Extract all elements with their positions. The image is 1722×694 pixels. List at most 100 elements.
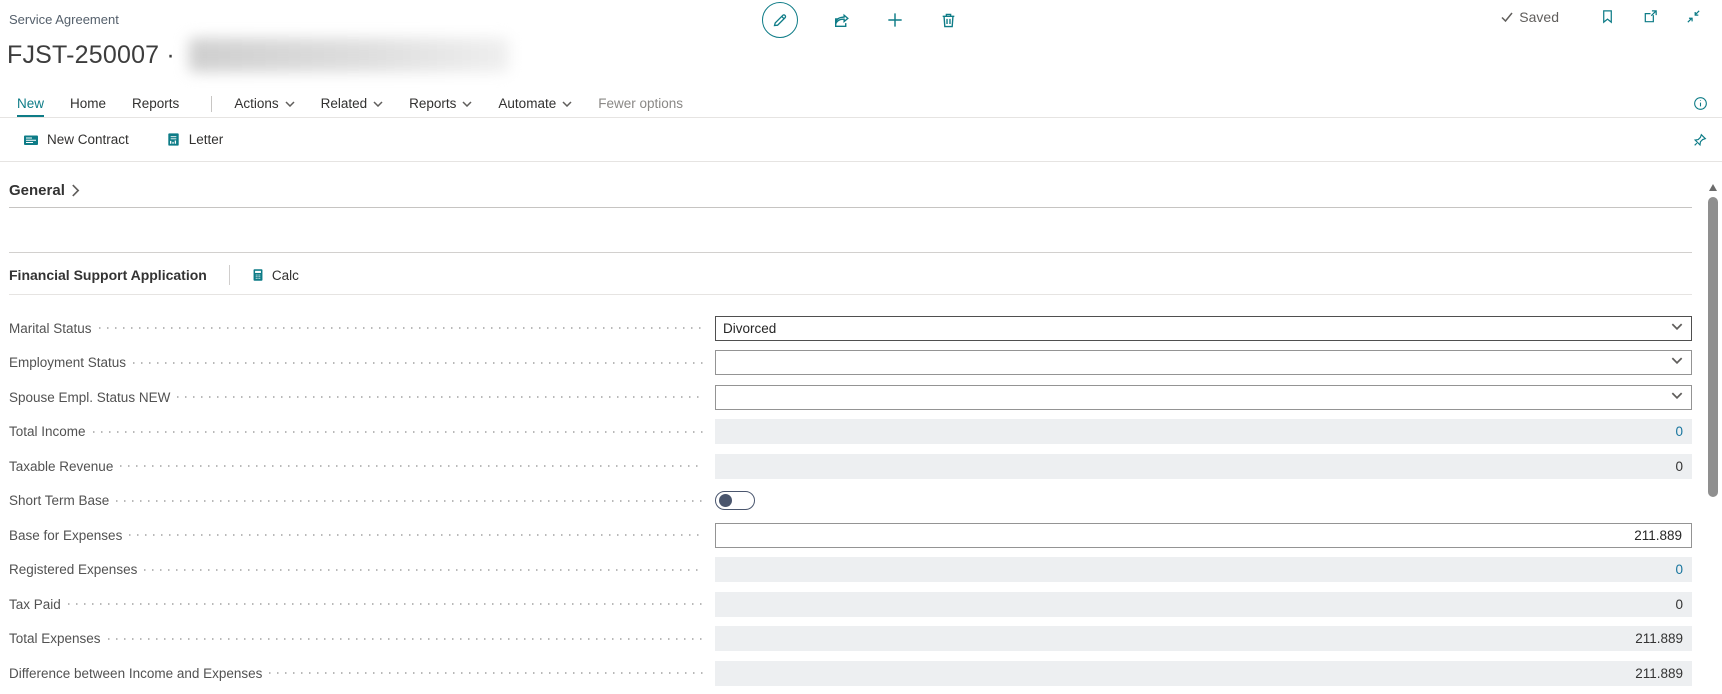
spouse-empl-status-dropdown[interactable]	[715, 385, 1692, 410]
short-term-base-toggle[interactable]	[715, 491, 755, 510]
chevron-down-icon[interactable]	[1671, 357, 1683, 364]
page-info-button[interactable]	[1693, 96, 1708, 111]
trash-icon	[939, 11, 958, 30]
field-label: Total Expenses	[9, 631, 108, 646]
toggle-knob	[719, 494, 732, 507]
bookmark-button[interactable]	[1599, 8, 1616, 25]
field-label: Tax Paid	[9, 597, 68, 612]
section-divider	[9, 252, 1692, 253]
field-row-difference: Difference between Income and Expenses 2…	[9, 656, 1692, 691]
tax-paid-field: 0	[715, 592, 1692, 617]
total-expenses-field: 211.889	[715, 626, 1692, 651]
menu-automate[interactable]: Automate	[498, 96, 572, 111]
menu-tab-new[interactable]: New	[17, 96, 44, 111]
difference-value: 211.889	[1635, 666, 1692, 681]
card-content: General Financial Support Application Ca…	[0, 182, 1722, 691]
menu-label: Automate	[498, 96, 556, 111]
field-row-total-income: Total Income 0	[9, 415, 1692, 450]
new-contract-button[interactable]: New Contract	[22, 131, 129, 149]
bookmark-icon	[1599, 8, 1616, 25]
field-row-base-for-expenses: Base for Expenses 211.889	[9, 518, 1692, 553]
employment-status-dropdown[interactable]	[715, 350, 1692, 375]
tax-paid-value: 0	[1675, 597, 1692, 612]
field-row-spouse-empl-status: Spouse Empl. Status NEW	[9, 380, 1692, 415]
chevron-down-icon[interactable]	[1671, 323, 1683, 330]
calc-label: Calc	[272, 268, 299, 283]
popout-icon	[1642, 8, 1659, 25]
base-for-expenses-input[interactable]: 211.889	[715, 523, 1692, 548]
contract-icon	[22, 131, 40, 149]
field-row-total-expenses: Total Expenses 211.889	[9, 622, 1692, 657]
action-label: New Contract	[47, 132, 129, 147]
total-income-field: 0	[715, 419, 1692, 444]
chevron-down-icon[interactable]	[1671, 392, 1683, 399]
share-button[interactable]	[832, 11, 851, 30]
registered-expenses-value-link[interactable]: 0	[1675, 562, 1692, 577]
dotted-leader	[133, 362, 703, 364]
vertical-scrollbar[interactable]	[1704, 180, 1722, 694]
field-label: Spouse Empl. Status NEW	[9, 390, 177, 405]
check-icon	[1500, 10, 1514, 24]
menu-label: Reports	[409, 96, 456, 111]
delete-button[interactable]	[939, 11, 958, 30]
pin-button[interactable]	[1692, 132, 1708, 148]
new-button[interactable]	[885, 10, 905, 30]
field-label: Difference between Income and Expenses	[9, 666, 269, 681]
edit-button[interactable]	[762, 2, 798, 38]
menu-tab-label: New	[17, 96, 44, 111]
difference-field: 211.889	[715, 661, 1692, 686]
registered-expenses-field: 0	[715, 557, 1692, 582]
general-section-title: General	[9, 182, 65, 199]
calc-button[interactable]: Calc	[250, 267, 299, 283]
dotted-leader	[93, 431, 703, 433]
menu-reports-dropdown[interactable]: Reports	[409, 96, 472, 111]
menu-label: Actions	[234, 96, 278, 111]
dotted-leader	[68, 603, 703, 605]
field-label: Employment Status	[9, 355, 133, 370]
field-row-short-term-base: Short Term Base	[9, 484, 1692, 519]
collapse-button[interactable]	[1685, 8, 1702, 25]
field-row-marital-status: Marital Status Divorced	[9, 311, 1692, 346]
plus-icon	[885, 10, 905, 30]
field-label: Marital Status	[9, 321, 99, 336]
letter-icon	[165, 131, 182, 148]
info-icon	[1693, 96, 1708, 111]
ribbon-menu: New Home Reports Actions Related Reports…	[0, 90, 1722, 118]
menu-actions[interactable]: Actions	[234, 96, 294, 111]
scroll-up-arrow-icon[interactable]	[1709, 184, 1717, 191]
page-title: FJST-250007 ·	[7, 41, 175, 70]
action-label: Letter	[189, 132, 224, 147]
dotted-leader	[99, 327, 703, 329]
fewer-options-button[interactable]: Fewer options	[598, 96, 683, 111]
dotted-leader	[144, 569, 703, 571]
field-label: Total Income	[9, 424, 93, 439]
financial-section-header: Financial Support Application Calc	[9, 265, 1692, 295]
field-label: Base for Expenses	[9, 528, 129, 543]
menu-label: Related	[321, 96, 368, 111]
general-section-header[interactable]: General	[9, 182, 1692, 208]
menu-related[interactable]: Related	[321, 96, 384, 111]
letter-button[interactable]: Letter	[165, 131, 224, 148]
chevron-down-icon	[562, 101, 572, 107]
taxable-revenue-field: 0	[715, 454, 1692, 479]
save-status: Saved	[1500, 9, 1559, 25]
page-caption: Service Agreement	[9, 12, 119, 27]
dotted-leader	[177, 396, 703, 398]
field-row-employment-status: Employment Status	[9, 346, 1692, 381]
financial-section-title: Financial Support Application	[9, 267, 207, 283]
dotted-leader	[129, 534, 703, 536]
dropdown-value: Divorced	[716, 321, 776, 336]
field-label: Short Term Base	[9, 493, 116, 508]
total-income-value-link[interactable]: 0	[1675, 424, 1692, 439]
base-for-expenses-value: 211.889	[1634, 528, 1691, 543]
menu-tab-home[interactable]: Home	[70, 96, 106, 111]
marital-status-dropdown[interactable]: Divorced	[715, 316, 1692, 341]
action-bar: New Contract Letter	[0, 118, 1722, 162]
field-label: Taxable Revenue	[9, 459, 120, 474]
calculator-icon	[250, 267, 266, 283]
scrollbar-thumb[interactable]	[1708, 197, 1718, 497]
field-rows: Marital Status Divorced Employment Statu…	[9, 311, 1692, 691]
menu-tab-reports[interactable]: Reports	[132, 96, 179, 111]
header-separator	[229, 265, 230, 285]
open-in-window-button[interactable]	[1642, 8, 1659, 25]
